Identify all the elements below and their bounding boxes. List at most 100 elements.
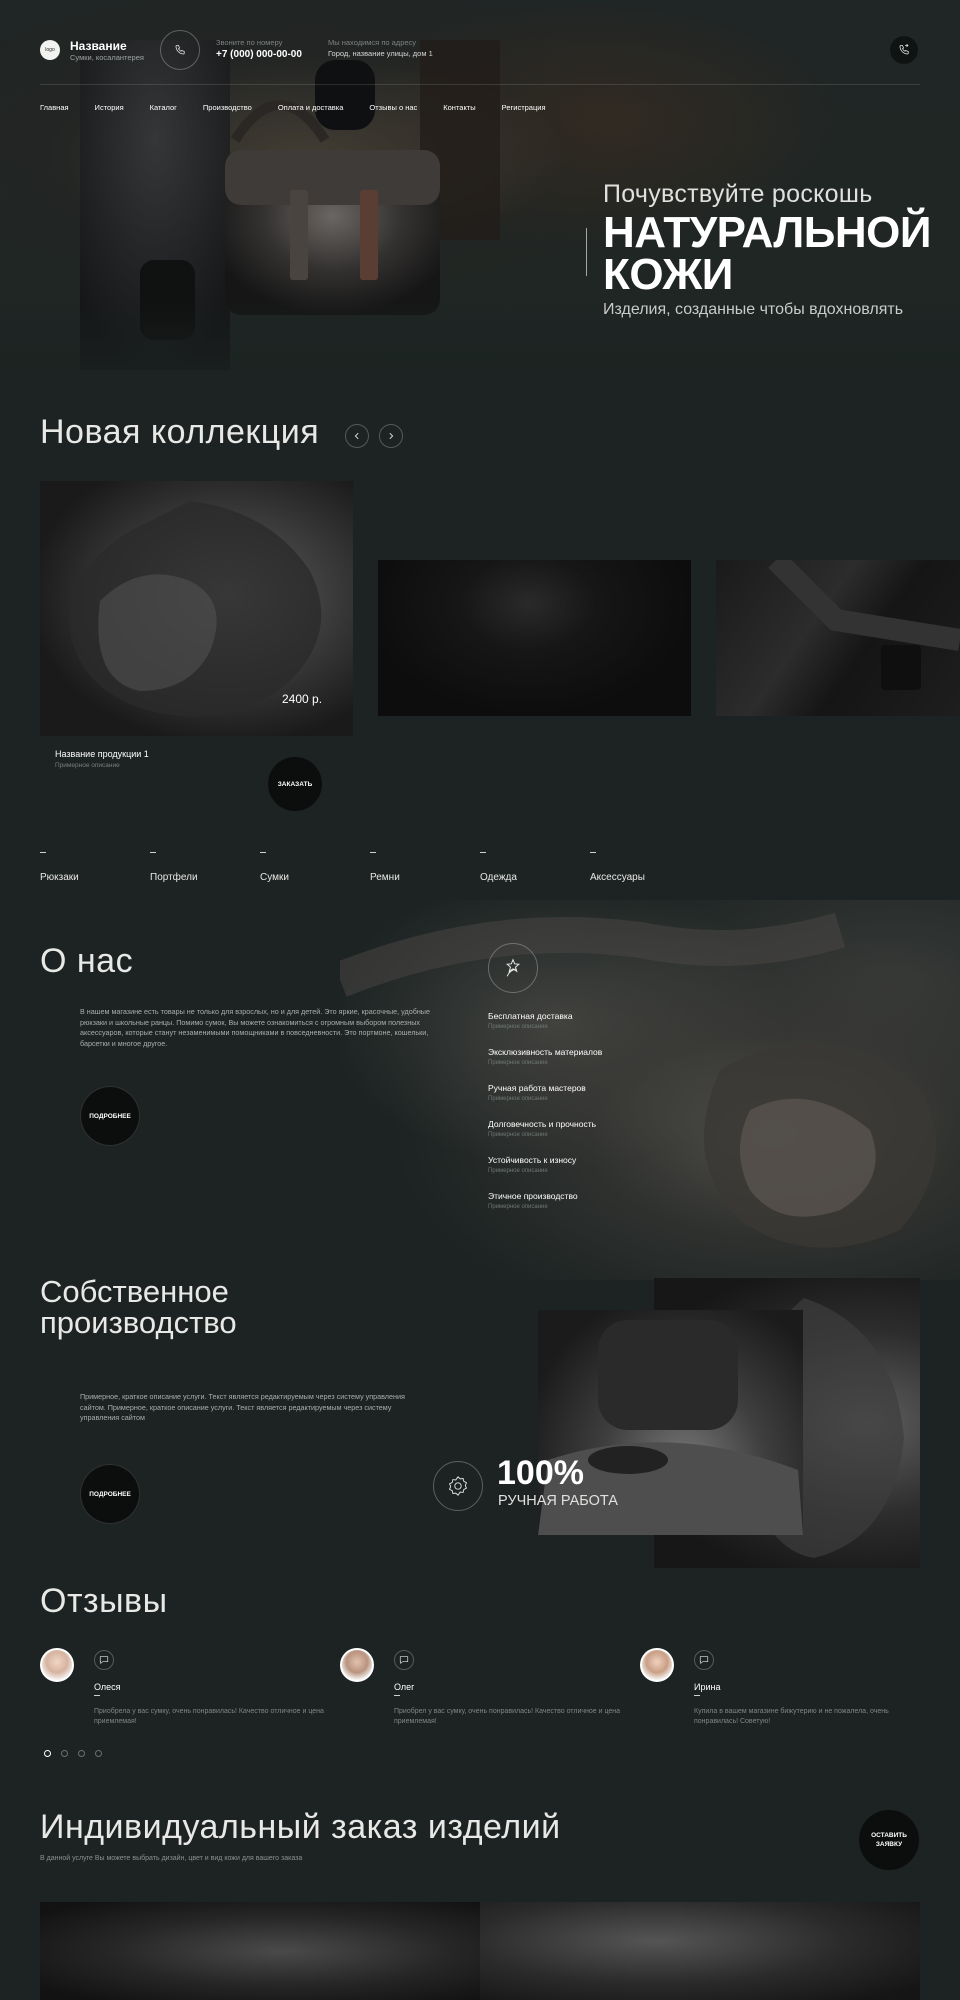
- category-label: Ремни: [370, 872, 400, 883]
- phone-callback-icon: [899, 44, 909, 55]
- hero-subtitle: Изделия, созданные чтобы вдохновлять: [603, 301, 904, 318]
- feature-item: Эксклюзивность материалов Примерное описа…: [488, 1047, 602, 1083]
- product-image-belt[interactable]: [378, 560, 691, 716]
- leave-request-label-line1: ОСТАВИТЬ: [871, 1832, 907, 1839]
- production-more-button[interactable]: ПОДРОБНЕЕ: [80, 1464, 140, 1524]
- phone-button[interactable]: [160, 30, 200, 70]
- about-more-button[interactable]: ПОДРОБНЕЕ: [80, 1086, 140, 1146]
- feature-icon-badge: [488, 943, 538, 993]
- leaf-star-icon: [505, 958, 521, 977]
- nav-item-home[interactable]: Главная: [40, 103, 69, 112]
- review-text: Приобрел у вас сумку, очень понравилась!…: [394, 1708, 621, 1725]
- feature-desc: Примерное описание: [488, 1024, 548, 1030]
- address-value: Город, название улицы, дом 1: [328, 49, 433, 58]
- feature-desc: Примерное описание: [488, 1168, 548, 1174]
- brand-subtitle: Сумки, косалантерея: [70, 53, 144, 62]
- product-image-strap[interactable]: [716, 560, 960, 716]
- leave-request-button[interactable]: ОСТАВИТЬ ЗАЯВКУ: [859, 1810, 919, 1870]
- speech-bubble-icon: [99, 1656, 109, 1665]
- nav-item-reviews[interactable]: Отзывы о нас: [369, 103, 417, 112]
- review-text: Купила в вашем магазине бижутерию и не п…: [694, 1708, 889, 1725]
- custom-order-image-1: [40, 1902, 480, 2000]
- category-clothing[interactable]: Одежда: [480, 852, 590, 885]
- review-author: Олег: [394, 1682, 415, 1692]
- category-label: Портфели: [150, 872, 198, 883]
- nav-item-catalog[interactable]: Каталог: [150, 103, 177, 112]
- feature-title: Бесплатная доставка: [488, 1011, 573, 1021]
- hero-section: logo Название Сумки, косалантерея Звонит…: [0, 0, 960, 410]
- feature-title: Этичное производство: [488, 1191, 578, 1201]
- feature-desc: Примерное описание: [488, 1096, 548, 1102]
- brand-name: Название: [70, 39, 127, 53]
- handmade-badge: [433, 1461, 483, 1511]
- feature-desc: Примерное описание: [488, 1132, 548, 1138]
- hero-headline: НАТУРАЛЬНОЙ КОЖИ: [603, 208, 932, 299]
- collection-next-button[interactable]: [379, 424, 403, 448]
- category-briefcases[interactable]: Портфели: [150, 852, 260, 885]
- review-author: Ирина: [694, 1682, 721, 1692]
- feature-title: Ручная работа мастеров: [488, 1083, 586, 1093]
- leather-rolls-image: [340, 912, 936, 1248]
- custom-order-image-2: [480, 1902, 920, 2000]
- nav-item-contacts[interactable]: Контакты: [443, 103, 475, 112]
- reviews-title: Отзывы: [40, 1582, 168, 1620]
- category-bags[interactable]: Сумки: [260, 852, 370, 885]
- feature-title: Эксклюзивность материалов: [488, 1047, 603, 1057]
- production-title: Собственное производство: [40, 1276, 237, 1338]
- feature-title: Долговечность и прочность: [488, 1119, 597, 1129]
- custom-order-subtitle: В данной услуге Вы можете выбрать дизайн…: [40, 1855, 303, 1862]
- about-leather-image: [340, 900, 960, 1280]
- badge-icon: [448, 1476, 468, 1496]
- production-title-line2: производство: [40, 1305, 237, 1340]
- hero-tagline: Почувствуйте роскошь: [603, 180, 873, 208]
- product-description: Примерное описание: [55, 762, 120, 769]
- product-name[interactable]: Название продукции 1: [55, 749, 149, 759]
- review-quote: [394, 1650, 414, 1670]
- chevron-right-icon: [389, 432, 394, 440]
- custom-order-title: Индивидуальный заказ изделий: [40, 1808, 561, 1846]
- speech-bubble-icon: [699, 1656, 709, 1665]
- category-backpacks[interactable]: Рюкзаки: [40, 852, 150, 885]
- logo[interactable]: logo: [40, 40, 60, 60]
- nav-item-history[interactable]: История: [95, 103, 124, 112]
- category-label: Одежда: [480, 872, 517, 883]
- feature-item: Ручная работа мастеров Примерное описание: [488, 1083, 602, 1119]
- phone-icon: [175, 45, 185, 55]
- feature-item: Долговечность и прочность Примерное описа…: [488, 1119, 602, 1155]
- feature-item: Устойчивость к износу Примерное описание: [488, 1155, 602, 1191]
- nav-item-registration[interactable]: Регистрация: [502, 103, 546, 112]
- review-divider: [694, 1695, 700, 1696]
- nav-item-production[interactable]: Производство: [203, 103, 252, 112]
- about-title: О нас: [40, 942, 134, 980]
- category-belts[interactable]: Ремни: [370, 852, 480, 885]
- leave-request-label-line2: ЗАЯВКУ: [875, 1841, 903, 1848]
- avatar: [340, 1648, 374, 1682]
- chevron-left-icon: [354, 432, 359, 440]
- address-label: Мы находимся по адресу: [328, 38, 417, 47]
- pagination-dot[interactable]: [78, 1750, 85, 1757]
- pagination-dot[interactable]: [44, 1750, 51, 1757]
- avatar: [640, 1648, 674, 1682]
- category-label: Рюкзаки: [40, 872, 79, 883]
- pagination-dot[interactable]: [95, 1750, 102, 1757]
- nav-item-payment-delivery[interactable]: Оплата и доставка: [278, 103, 344, 112]
- category-list: Рюкзаки Портфели Сумки Ремни Одежда Аксе…: [40, 852, 700, 885]
- feature-desc: Примерное описание: [488, 1060, 548, 1066]
- category-accessories[interactable]: Аксессуары: [590, 852, 700, 885]
- hero-headline-line1: НАТУРАЛЬНОЙ: [603, 208, 932, 257]
- category-label: Сумки: [260, 872, 289, 883]
- feature-item: Этичное производство Примерное описание: [488, 1191, 602, 1227]
- hero-headline-line2: КОЖИ: [603, 250, 733, 299]
- review-text: Приобрела у вас сумку, очень понравилась…: [94, 1708, 324, 1725]
- collection-prev-button[interactable]: [345, 424, 369, 448]
- callback-button[interactable]: [890, 36, 918, 64]
- strap-image: [768, 560, 960, 690]
- phone-number[interactable]: +7 (000) 000-00-00: [216, 49, 302, 60]
- review-quote: [694, 1650, 714, 1670]
- review-divider: [94, 1695, 100, 1696]
- order-button[interactable]: ЗАКАЗАТЬ: [268, 757, 322, 811]
- category-label: Аксессуары: [590, 872, 645, 883]
- pagination-dot[interactable]: [61, 1750, 68, 1757]
- handmade-label: РУЧНАЯ РАБОТА: [498, 1493, 618, 1509]
- about-text: В нашем магазине есть товары не только д…: [80, 1007, 430, 1048]
